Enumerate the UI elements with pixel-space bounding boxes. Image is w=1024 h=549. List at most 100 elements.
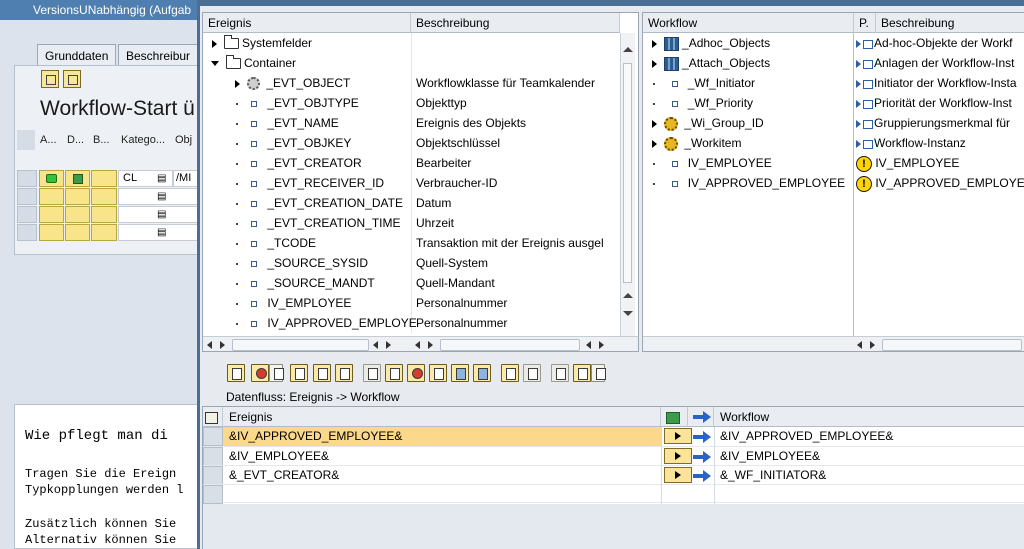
grid-header-objekt[interactable]: Obj — [175, 130, 192, 150]
column-header-workflow[interactable]: Workflow — [643, 13, 854, 33]
dataflow-row[interactable]: &_EVT_CREATOR& &_WF_INITIATOR& — [203, 465, 1024, 485]
save-icon[interactable] — [41, 70, 59, 88]
horizontal-scrollbar[interactable] — [203, 336, 638, 351]
row-selector[interactable] — [17, 188, 37, 205]
tree-row-evt-creation-date[interactable]: _EVT_CREATION_DATE Datum — [203, 193, 620, 213]
scroll-down-icon[interactable] — [623, 311, 633, 316]
direction-arrow-icon[interactable] — [693, 431, 711, 443]
tree-row-adhoc-objects[interactable]: _Adhoc_Objects Ad-hoc-Objekte der Workf — [643, 33, 1024, 53]
value-help-icon[interactable]: ▤ — [157, 188, 166, 205]
scroll-thumb[interactable] — [623, 63, 632, 283]
tree-row-systemfelder[interactable]: Systemfelder — [203, 33, 620, 53]
tree-row-evt-objtype[interactable]: _EVT_OBJTYPE Objekttyp — [203, 93, 620, 113]
detail-cell[interactable] — [65, 170, 90, 187]
event-expression[interactable]: &IV_APPROVED_EMPLOYEE& — [229, 427, 402, 446]
tree-row-wi-group-id[interactable]: _Wi_Group_ID Gruppierungsmerkmal für — [643, 113, 1024, 133]
tree-row-evt-receiver-id[interactable]: _EVT_RECEIVER_ID Verbraucher-ID — [203, 173, 620, 193]
duplicate-row-icon[interactable] — [429, 364, 447, 382]
export-dropdown-icon[interactable] — [591, 364, 606, 382]
grid-header-d[interactable]: D... — [67, 130, 84, 150]
grid-row[interactable]: ▤ — [17, 188, 203, 205]
grid-cell[interactable] — [91, 224, 117, 241]
undo-icon[interactable] — [451, 364, 469, 382]
direction-arrow-icon[interactable] — [693, 451, 711, 463]
new-document-icon[interactable] — [363, 364, 381, 382]
assign-button[interactable] — [664, 428, 692, 444]
grid-cell[interactable] — [39, 188, 64, 205]
scroll-left-icon[interactable] — [857, 341, 862, 349]
tree-row-container[interactable]: Container — [203, 53, 620, 73]
expand-icon[interactable] — [652, 119, 657, 128]
column-header-beschreibung[interactable]: Beschreibung — [876, 13, 1024, 33]
tree-row-evt-object[interactable]: _EVT_OBJECT Workflowklasse für Teamkalen… — [203, 73, 620, 93]
assign-button[interactable] — [664, 467, 692, 483]
row-selector[interactable] — [17, 170, 37, 187]
copy-icon[interactable] — [335, 364, 353, 382]
expand-icon[interactable] — [652, 39, 657, 48]
grid-row[interactable]: ▤ — [17, 206, 203, 223]
tree-row-iv-employee[interactable]: IV_EMPLOYEE Personalnummer — [203, 293, 620, 313]
find-icon[interactable] — [501, 364, 519, 382]
scroll-left-icon[interactable] — [415, 341, 420, 349]
tree-row-source-sysid[interactable]: _SOURCE_SYSID Quell-System — [203, 253, 620, 273]
delete-row-icon[interactable] — [407, 364, 425, 382]
scroll-up-icon[interactable] — [623, 293, 633, 298]
grid-cell[interactable] — [65, 224, 90, 241]
binding-column-icon[interactable] — [661, 407, 688, 427]
grid-header-kategorie[interactable]: Katego... — [121, 130, 165, 150]
direction-column-icon[interactable] — [688, 407, 714, 427]
column-header-workflow[interactable]: Workflow — [714, 407, 1024, 427]
tree-row-wf-priority[interactable]: _Wf_Priority Priorität der Workflow-Inst — [643, 93, 1024, 113]
grid-cell[interactable] — [65, 206, 90, 223]
tree-row-evt-creation-time[interactable]: _EVT_CREATION_TIME Uhrzeit — [203, 213, 620, 233]
b-cell[interactable] — [91, 170, 117, 187]
scroll-left-icon[interactable] — [207, 341, 212, 349]
column-header-ereignis[interactable]: Ereignis — [223, 407, 661, 427]
expand-icon[interactable] — [652, 139, 657, 148]
direction-arrow-icon[interactable] — [693, 470, 711, 482]
workflow-expression[interactable]: &IV_EMPLOYEE& — [720, 447, 820, 466]
scroll-up-icon[interactable] — [623, 47, 633, 52]
grid-cell[interactable] — [39, 206, 64, 223]
row-selector[interactable] — [203, 466, 223, 485]
grid-row[interactable]: ▤ — [17, 224, 203, 241]
assign-button[interactable] — [664, 448, 692, 464]
vertical-scrollbar[interactable] — [620, 33, 635, 336]
event-expression[interactable]: &_EVT_CREATOR& — [229, 466, 339, 485]
scroll-thumb[interactable] — [232, 339, 369, 351]
tree-row-evt-creator[interactable]: _EVT_CREATOR Bearbeiter — [203, 153, 620, 173]
scroll-thumb[interactable] — [882, 339, 1022, 351]
tree-row-evt-objkey[interactable]: _EVT_OBJKEY Objektschlüssel — [203, 133, 620, 153]
value-help-icon[interactable]: ▤ — [157, 170, 166, 187]
tree-row-iv-approved-employee[interactable]: IV_APPROVED_EMPLOYEE Personalnummer — [203, 313, 620, 333]
row-selector[interactable] — [203, 447, 223, 466]
tab-beschreibung[interactable]: Beschreibur — [118, 44, 200, 66]
column-header-beschreibung[interactable]: Beschreibung — [411, 13, 620, 33]
tree-row-workitem[interactable]: _Workitem Workflow-Instanz — [643, 133, 1024, 153]
event-expression[interactable]: &IV_EMPLOYEE& — [229, 447, 329, 466]
scroll-right-icon[interactable] — [220, 341, 225, 349]
paste-icon[interactable] — [290, 364, 308, 382]
expand-icon[interactable] — [652, 59, 657, 68]
scroll-right-icon[interactable] — [386, 341, 391, 349]
grid-row[interactable]: CL ▤ /MI — [17, 170, 203, 187]
grid-cell[interactable] — [39, 224, 64, 241]
print-icon[interactable] — [551, 364, 569, 382]
horizontal-scrollbar[interactable] — [643, 336, 1024, 351]
row-selector[interactable] — [203, 427, 223, 446]
tree-row-source-mandt[interactable]: _SOURCE_MANDT Quell-Mandant — [203, 273, 620, 293]
cut-icon[interactable] — [313, 364, 331, 382]
value-help-icon[interactable]: ▤ — [157, 224, 166, 241]
workflow-expression[interactable]: &_WF_INITIATOR& — [720, 466, 826, 485]
dataflow-row[interactable]: &IV_EMPLOYEE& &IV_EMPLOYEE& — [203, 446, 1024, 466]
column-header-p[interactable]: P. — [854, 13, 876, 33]
grid-cell[interactable] — [91, 188, 117, 205]
grid-cell[interactable] — [65, 188, 90, 205]
column-header-ereignis[interactable]: Ereignis — [203, 13, 411, 33]
export-icon[interactable] — [573, 364, 591, 382]
scroll-left-icon[interactable] — [586, 341, 591, 349]
grid-header-b[interactable]: B... — [93, 130, 110, 150]
expand-icon[interactable] — [212, 39, 217, 48]
value-help-icon[interactable]: ▤ — [157, 206, 166, 223]
collapse-icon[interactable] — [211, 61, 219, 67]
